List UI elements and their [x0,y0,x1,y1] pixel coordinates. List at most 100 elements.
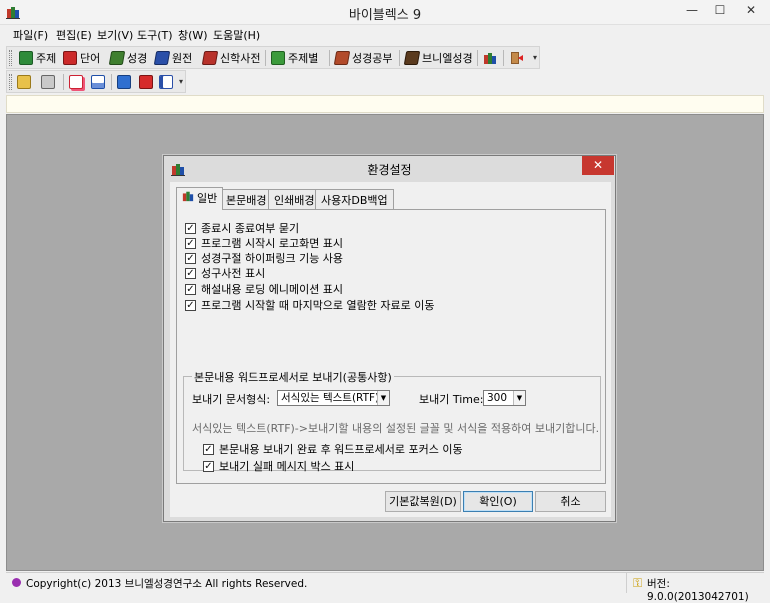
checkbox[interactable]: ✓ [185,299,196,311]
option-verse-dictionary[interactable]: ✓ 성구사전 표시 [185,265,265,281]
option-open-last-resource[interactable]: ✓ 프로그램 시작할 때 마지막으로 열람한 자료로 이동 [185,297,435,313]
time-select[interactable]: 300 ▼ [483,390,526,406]
group-title: 본문내용 워드프로세서로 보내기(공통사항) [192,369,394,385]
dialog-close-button[interactable]: ✕ [582,156,614,175]
close-button[interactable]: ✕ [734,0,768,21]
menu-file[interactable]: 파일(F) [13,27,48,43]
toolbar-button-by-topic[interactable]: 주제별 [271,49,318,67]
option-focus-word-processor[interactable]: ✓ 본문내용 보내기 완료 후 워드프로세서로 포커스 이동 [203,441,463,457]
cancel-button[interactable]: 취소 [535,491,606,512]
toolbar-grip[interactable] [9,74,12,90]
toolbar-button-label: 성경공부 [352,52,393,65]
general-tab-icon [182,190,194,202]
format-select[interactable]: 서식있는 텍스트(RTF) ▼ [277,390,390,406]
toolbar-separator [63,74,64,90]
toolbar-overflow-icon[interactable]: ▾ [179,77,183,86]
toolbar-button-document[interactable] [91,73,105,91]
toolbar-button-label: 주제별 [288,52,319,65]
toolbar-grip[interactable] [9,50,12,66]
status-version-panel: ⚿ 버전: 9.0.0(2013042701) [626,573,764,603]
toolbar-button-peniel-bible[interactable]: 브니엘성경 [403,49,473,67]
secondary-toolbar: ▾ [6,70,186,93]
title-bar: 바이블렉스 9 — ☐ ✕ [0,0,770,25]
toolbar-button-theology-dictionary[interactable]: 신학사전 [201,49,260,67]
menu-window[interactable]: 창(W) [178,27,208,43]
toolbar-button-original[interactable]: 원전 [153,49,193,67]
toolbar-button-label: 성경 [127,52,148,65]
toolbar-button-bible[interactable]: 성경 [108,49,148,67]
toolbar-separator [329,50,330,66]
settings-app-icon [483,51,497,65]
peniel-bible-icon [403,51,421,65]
toolbar-button-label: 주제 [36,52,57,65]
settings-dialog: 환경설정 ✕ 일반 본문배경 인쇄배경 사용자DB백업 ✓ 종료시 종료여부 묻… [163,155,616,522]
toolbar-separator [111,74,112,90]
toolbar-button-label: 원전 [172,52,193,65]
toolbar-button-open[interactable] [17,73,31,91]
status-indicator-icon [12,578,21,587]
menu-help[interactable]: 도움말(H) [213,27,260,43]
option-confirm-exit[interactable]: ✓ 종료시 종료여부 묻기 [185,220,299,236]
chevron-down-icon[interactable]: ▼ [377,391,389,405]
toolbar-separator [265,50,266,66]
toolbar-button-copy[interactable] [69,73,83,91]
tab-print-background[interactable]: 인쇄배경 [268,189,321,209]
option-label: 보내기 실패 메시지 박스 표시 [219,460,355,473]
ok-button[interactable]: 확인(O) [463,491,533,512]
toolbar-button-bible-view[interactable] [117,73,131,91]
printer-icon [41,75,55,89]
menu-view[interactable]: 보기(V) [97,27,133,43]
toolbar-button-exit[interactable] [509,49,523,67]
toolbar-separator [399,50,400,66]
option-label: 프로그램 시작시 로고화면 표시 [201,237,344,250]
tab-user-db-backup[interactable]: 사용자DB백업 [315,189,394,209]
dialog-title-bar[interactable]: 환경설정 ✕ [164,156,615,182]
status-copyright: Copyright(c) 2013 브니엘성경연구소 All rights Re… [26,578,308,590]
document-icon [91,75,105,89]
toolbar-button-word[interactable]: 단어 [63,49,100,67]
menu-edit[interactable]: 편집(E) [56,27,92,43]
toolbar-button-word-export[interactable] [159,73,173,91]
tab-label: 일반 [197,192,218,205]
checkbox[interactable]: ✓ [185,283,196,295]
toolbar-button-topic[interactable]: 주제 [19,49,56,67]
key-icon: ⚿ [633,576,643,590]
option-loading-animation[interactable]: ✓ 해설내용 로딩 에니메이션 표시 [185,281,343,297]
toolbar-overflow-icon[interactable]: ▾ [533,53,537,62]
toolbar-button-red-view[interactable] [139,73,153,91]
format-label: 보내기 문서형식: [192,393,271,406]
option-show-logo[interactable]: ✓ 프로그램 시작시 로고화면 표시 [185,235,343,251]
time-label: 보내기 Time: [419,393,484,406]
option-label: 프로그램 시작할 때 마지막으로 열람한 자료로 이동 [201,299,435,312]
toolbar-button-label: 브니엘성경 [422,52,473,65]
option-label: 성경구절 하이퍼링크 기능 사용 [201,252,344,265]
toolbar-button-settings[interactable] [483,49,497,67]
book-green-icon [19,51,33,65]
checkbox[interactable]: ✓ [185,237,196,249]
tab-text-background[interactable]: 본문배경 [220,189,273,209]
maximize-button[interactable]: ☐ [706,0,734,21]
chevron-down-icon[interactable]: ▼ [513,391,525,405]
menu-tools[interactable]: 도구(T) [137,27,173,43]
copy-icon [69,75,83,89]
checkbox[interactable]: ✓ [185,222,196,234]
option-show-failure-message[interactable]: ✓ 보내기 실패 메시지 박스 표시 [203,458,354,474]
checkbox[interactable]: ✓ [203,443,214,455]
dictionary-red-icon [201,51,219,65]
format-hint: 서식있는 텍스트(RTF)->보내기할 내용의 설정된 글꼴 및 서식을 적용하… [192,422,600,435]
toolbar-button-print[interactable] [41,73,55,91]
option-verse-hyperlink[interactable]: ✓ 성경구절 하이퍼링크 기능 사용 [185,250,343,266]
folder-open-icon [17,75,31,89]
checkbox[interactable]: ✓ [185,252,196,264]
reset-defaults-button[interactable]: 기본값복원(D) [385,491,461,512]
checkbox[interactable]: ✓ [203,460,214,472]
tab-general[interactable]: 일반 [176,187,224,210]
minimize-button[interactable]: — [678,0,706,21]
status-version: 버전: 9.0.0(2013042701) [647,578,749,603]
checkbox[interactable]: ✓ [185,267,196,279]
format-select-value: 서식있는 텍스트(RTF) [281,392,380,404]
general-tab-panel: ✓ 종료시 종료여부 묻기 ✓ 프로그램 시작시 로고화면 표시 ✓ 성경구절 … [176,209,606,484]
study-icon [333,51,351,65]
bible-blue-icon [153,51,171,65]
toolbar-button-bible-study[interactable]: 성경공부 [333,49,393,67]
